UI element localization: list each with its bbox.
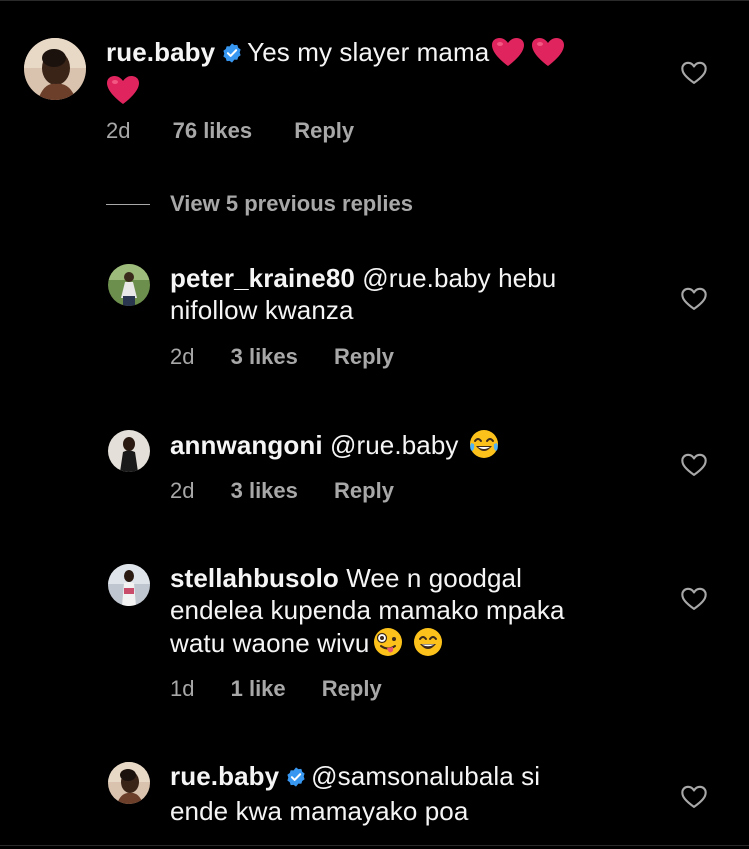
avatar[interactable] [24,38,86,100]
username[interactable]: rue.baby [170,761,279,791]
like-heart-icon[interactable] [680,783,708,811]
username[interactable]: stellahbusolo [170,563,339,593]
comment-text: stellahbusolo Wee n goodgal endelea kupe… [170,562,670,665]
username[interactable]: peter_kraine80 [170,263,355,293]
reply-button[interactable]: Reply [322,676,382,701]
comment-body-line2: nifollow kwanza [170,295,354,325]
like-heart-icon[interactable] [680,451,708,479]
likes-count[interactable]: 3 likes [231,478,298,503]
verified-badge-icon [285,763,307,795]
view-replies-label: View 5 previous replies [170,191,413,216]
red-heart-emoji [106,75,140,112]
grinning-face-with-smiling-eyes-emoji [412,626,444,665]
comment-text: rue.baby Yes my slayer mama [106,36,646,112]
username[interactable]: annwangoni [170,430,323,460]
likes-count[interactable]: 76 likes [173,118,253,143]
comment-meta: 1d 1 like Reply [170,676,382,702]
like-heart-icon[interactable] [680,585,708,613]
red-heart-emoji [531,37,565,74]
avatar[interactable] [108,564,150,606]
like-heart-icon[interactable] [680,59,708,87]
view-previous-replies-button[interactable]: View 5 previous replies [106,186,413,222]
zany-face-emoji [372,626,404,665]
comment-body: @rue.baby [330,430,459,460]
like-heart-icon[interactable] [680,285,708,313]
bottom-divider [0,845,749,846]
comment-body-line2: endelea kupenda mamako mpaka [170,595,565,625]
comment-body-line1: Wee n goodgal [346,563,522,593]
avatar[interactable] [108,264,150,306]
timestamp: 2d [170,478,195,503]
likes-count[interactable]: 1 like [231,676,286,701]
comment-meta: 2d 76 likes Reply [106,118,354,144]
verified-badge-icon [221,39,243,71]
timestamp: 1d [170,676,195,701]
comment-text: peter_kraine80 @rue.baby hebu nifollow k… [170,262,640,326]
top-divider [0,0,749,1]
comment-body-line3: watu waone wivu [170,628,370,658]
avatar[interactable] [108,430,150,472]
face-with-tears-of-joy-emoji [468,428,500,467]
comment-body-line1: @rue.baby hebu [362,263,557,293]
replies-divider-line [106,203,150,205]
avatar[interactable] [108,762,150,804]
comment-meta: 2d 3 likes Reply [170,344,394,370]
comment-text: annwangoni @rue.baby [170,428,640,467]
red-heart-emoji [491,37,525,74]
comment-body-line1: @samsonalubala si [311,761,541,791]
reply-button[interactable]: Reply [294,118,354,143]
reply-button[interactable]: Reply [334,344,394,369]
comment-body-line2: ende kwa mamayako poa [170,796,469,826]
username[interactable]: rue.baby [106,37,215,67]
timestamp: 2d [106,118,131,143]
comment-text: rue.baby @samsonalubala si ende kwa mamay… [170,760,640,827]
reply-button[interactable]: Reply [334,478,394,503]
likes-count[interactable]: 3 likes [231,344,298,369]
comment-meta: 2d 3 likes Reply [170,478,394,504]
timestamp: 2d [170,344,195,369]
comment-body: Yes my slayer mama [247,37,490,67]
